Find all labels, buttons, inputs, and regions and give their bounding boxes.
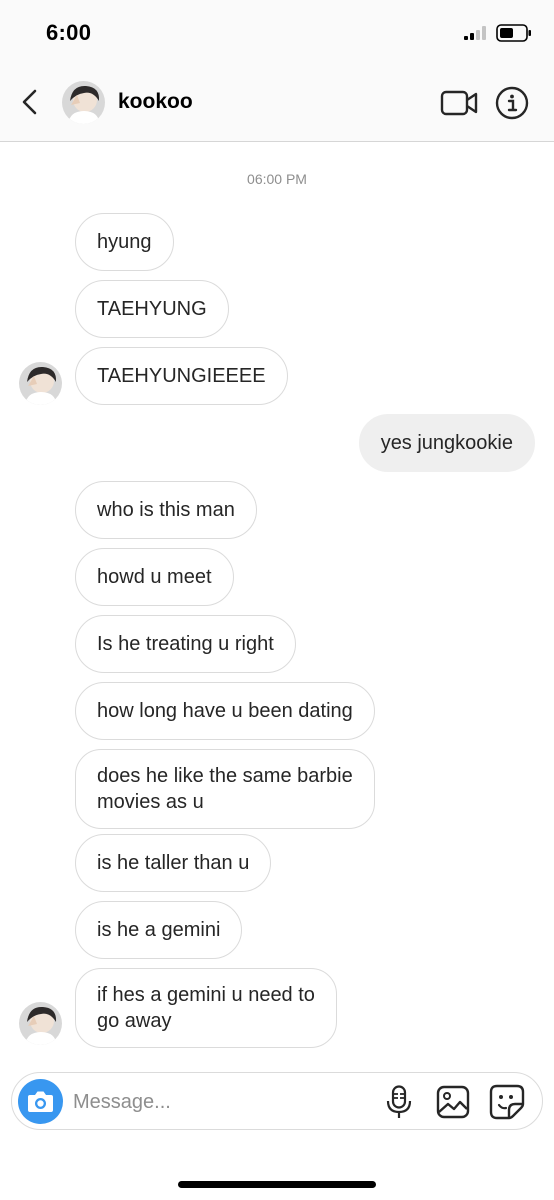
info-icon[interactable] xyxy=(495,86,529,120)
message-bubble[interactable]: is he a gemini xyxy=(75,901,243,959)
avatar-photo xyxy=(19,362,62,405)
status-time: 6:00 xyxy=(46,20,92,45)
microphone-icon[interactable] xyxy=(384,1085,414,1119)
avatar-photo xyxy=(19,1002,62,1045)
gallery-icon[interactable] xyxy=(436,1085,470,1119)
message-bubble[interactable]: is he taller than u xyxy=(75,834,272,892)
message-bubble[interactable]: howd u meet xyxy=(75,548,234,606)
message-bubble[interactable]: who is this man xyxy=(75,481,257,539)
camera-icon xyxy=(28,1091,53,1112)
home-indicator xyxy=(178,1181,376,1188)
cellular-signal-icon xyxy=(464,26,486,40)
back-icon[interactable] xyxy=(16,86,46,118)
chat-username[interactable]: kookoo xyxy=(118,90,193,114)
message-bubble[interactable]: how long have u been dating xyxy=(75,682,375,740)
message-bubble[interactable]: if hes a gemini u need to go away xyxy=(75,968,337,1048)
sender-avatar[interactable] xyxy=(19,362,62,405)
sticker-icon[interactable] xyxy=(489,1084,525,1120)
avatar[interactable] xyxy=(62,81,105,124)
message-composer xyxy=(11,1072,543,1130)
message-bubble[interactable]: Is he treating u right xyxy=(75,615,296,673)
sender-avatar[interactable] xyxy=(19,1002,62,1045)
message-bubble[interactable]: does he like the same barbie movies as u xyxy=(75,749,375,829)
message-bubble[interactable]: TAEHYUNGIEEEE xyxy=(75,347,288,405)
message-input[interactable] xyxy=(73,1085,373,1119)
chat-header: kookoo xyxy=(0,62,554,142)
message-bubble[interactable]: hyung xyxy=(75,213,174,271)
message-timestamp: 06:00 PM xyxy=(247,171,307,187)
camera-button[interactable] xyxy=(18,1079,63,1124)
message-bubble[interactable]: TAEHYUNG xyxy=(75,280,229,338)
avatar-photo xyxy=(62,81,105,124)
battery-icon xyxy=(496,24,531,42)
my-message-bubble[interactable]: yes jungkookie xyxy=(358,414,535,472)
video-call-icon[interactable] xyxy=(440,88,478,118)
status-bar: 6:00 xyxy=(0,0,554,62)
